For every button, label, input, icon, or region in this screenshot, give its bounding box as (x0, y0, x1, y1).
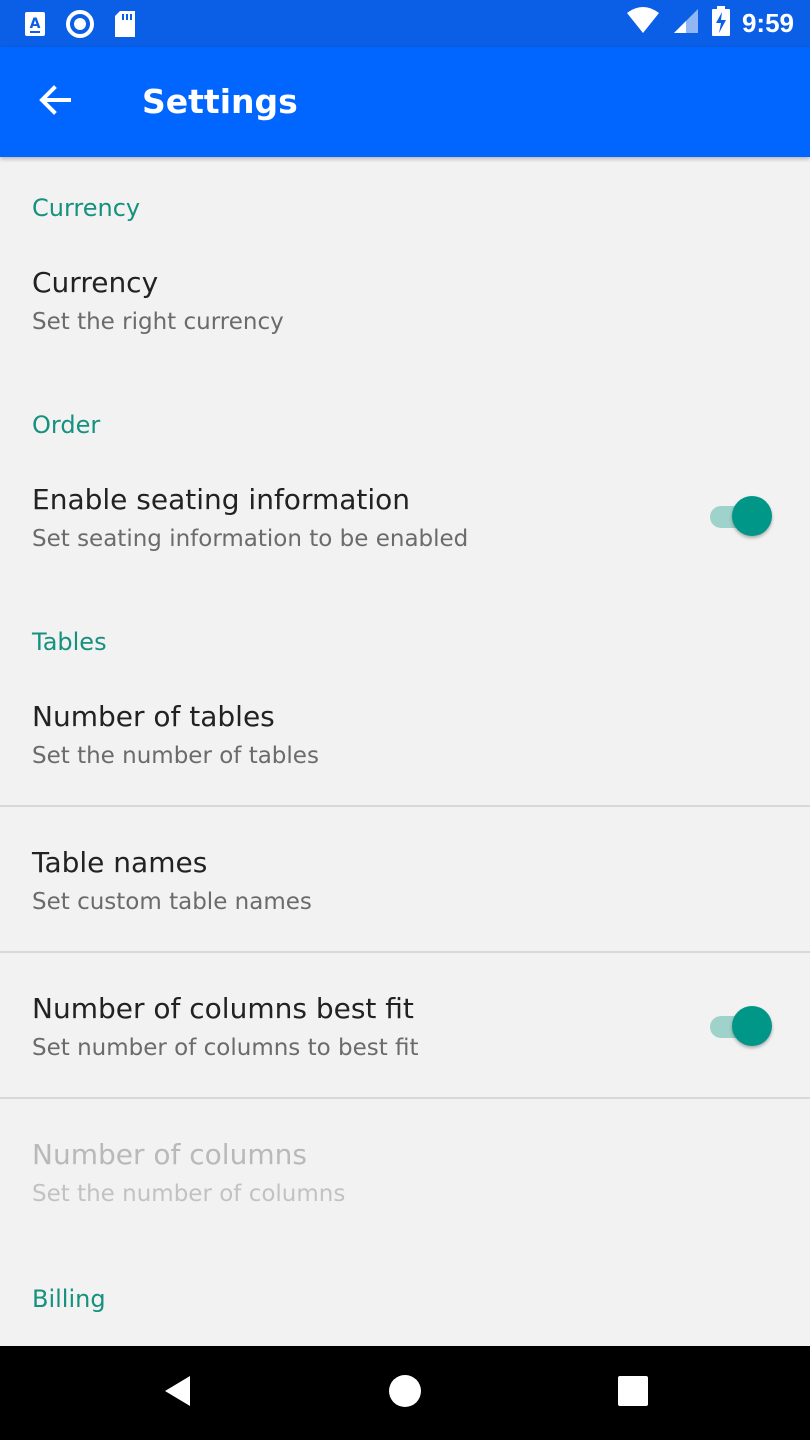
pref-title: Enable seating information (32, 483, 411, 516)
section-header-currency: Currency (32, 194, 141, 222)
section-header-order: Order (32, 411, 101, 439)
columns-best-fit-toggle-switch[interactable] (708, 1004, 774, 1048)
battery-charging-icon (711, 6, 730, 40)
pref-number-of-columns: Number of columns Set the number of colu… (0, 1137, 810, 1213)
status-bar-right-icons: 9:59 (626, 6, 794, 40)
cellular-signal-icon (672, 7, 700, 39)
pref-number-of-tables[interactable]: Number of tables Set the number of table… (0, 699, 810, 775)
switch-thumb (732, 496, 772, 536)
nav-recents-button[interactable] (613, 1373, 653, 1413)
settings-list[interactable]: Currency Currency Set the right currency… (0, 157, 810, 1346)
pref-columns-best-fit[interactable]: Number of columns best fit Set number of… (0, 991, 810, 1067)
section-header-billing: Billing (32, 1285, 106, 1313)
pref-summary: Set the number of tables (32, 743, 319, 769)
divider (0, 805, 810, 807)
divider (0, 951, 810, 953)
page-title: Settings (142, 82, 298, 121)
nav-back-button[interactable] (157, 1373, 197, 1413)
status-bar: A 9:59 (0, 0, 810, 47)
pref-summary: Set the right currency (32, 309, 284, 335)
pref-summary: Set the number of columns (32, 1181, 346, 1207)
switch-thumb (732, 1006, 772, 1046)
divider (0, 1097, 810, 1099)
pref-title: Number of columns best fit (32, 992, 414, 1025)
nav-home-button[interactable] (385, 1373, 425, 1413)
system-nav-bar (0, 1346, 810, 1440)
seating-toggle-switch[interactable] (708, 494, 774, 538)
pref-summary: Set seating information to be enabled (32, 526, 469, 552)
pref-title: Number of columns (32, 1138, 307, 1171)
section-header-tables: Tables (32, 628, 107, 656)
accessibility-a-icon: A (24, 11, 46, 41)
status-time: 9:59 (741, 8, 794, 38)
nav-recents-icon (618, 1376, 648, 1410)
pref-table-names[interactable]: Table names Set custom table names (0, 845, 810, 921)
pref-summary: Set custom table names (32, 889, 312, 915)
svg-text:A: A (30, 16, 41, 32)
pref-enable-seating[interactable]: Enable seating information Set seating i… (0, 482, 810, 558)
nav-back-icon (162, 1374, 192, 1412)
pref-summary: Set number of columns to best fit (32, 1035, 419, 1061)
sync-circle-icon (66, 10, 94, 42)
wifi-icon (626, 7, 660, 39)
nav-home-icon (388, 1374, 422, 1412)
pref-title: Table names (32, 846, 208, 879)
app-bar: Settings (0, 47, 810, 157)
arrow-back-icon (37, 82, 73, 122)
pref-title: Currency (32, 266, 159, 299)
sd-card-icon (114, 10, 136, 42)
status-bar-left-icons: A (24, 10, 136, 42)
pref-currency[interactable]: Currency Set the right currency (0, 265, 810, 341)
pref-title: Number of tables (32, 700, 275, 733)
back-button[interactable] (30, 77, 80, 127)
